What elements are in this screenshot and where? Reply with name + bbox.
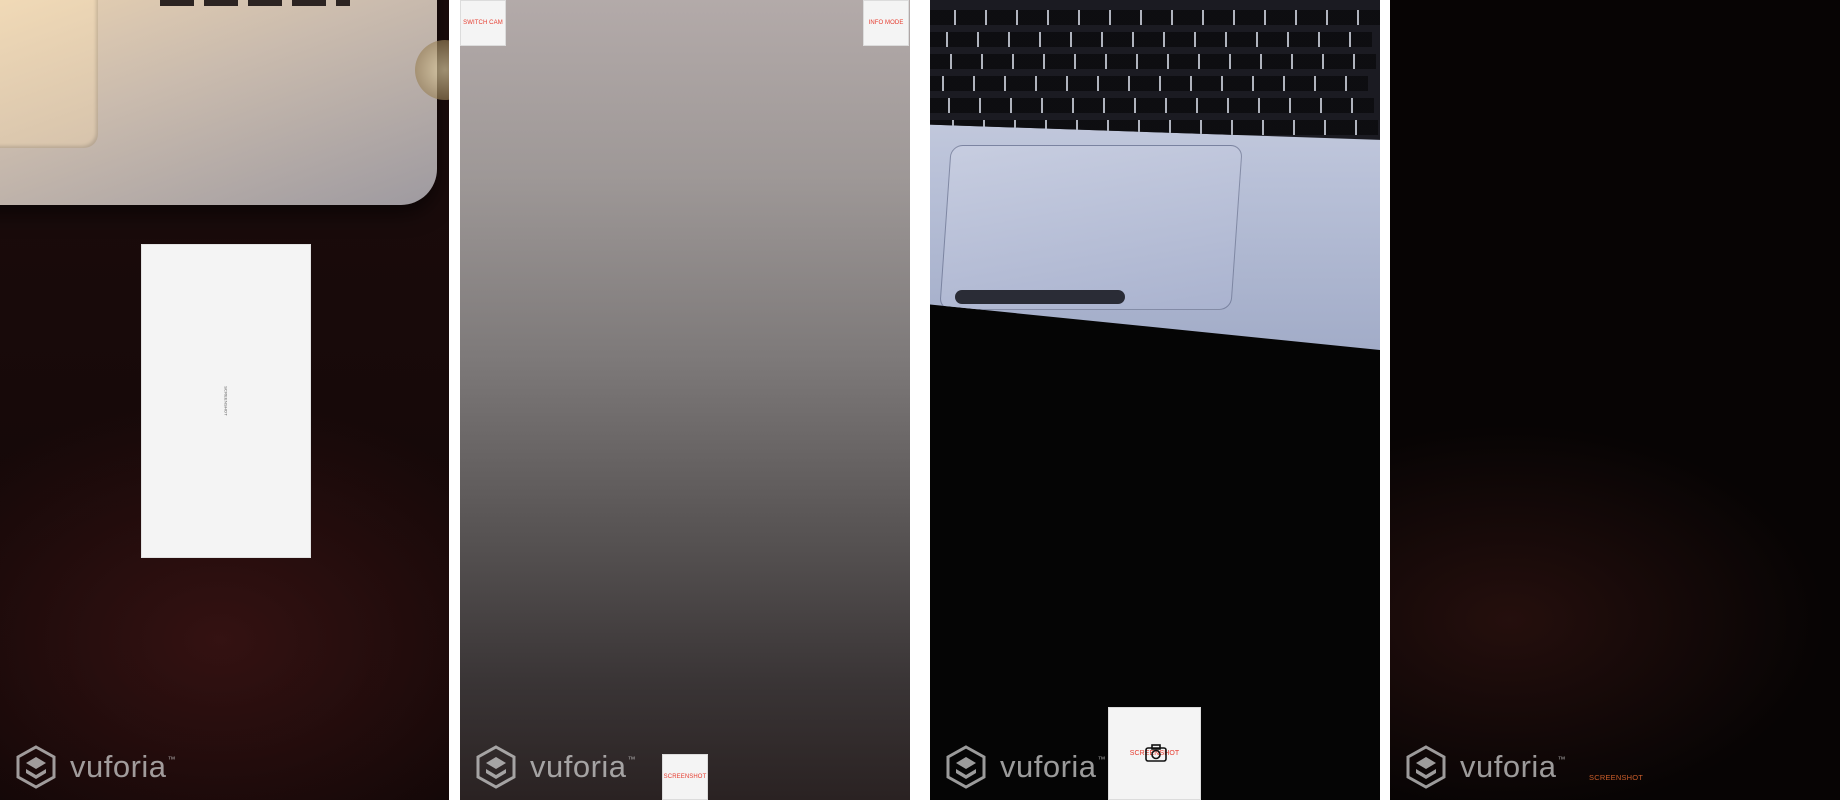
laptop-image [0,0,437,205]
vuforia-wordmark: vuforia [1000,749,1097,784]
laptop-keyboard [930,0,1380,140]
trademark-symbol: ™ [1097,754,1106,764]
trademark-symbol: ™ [167,754,176,764]
screenshot-card-label: SCREENSHOT [223,386,229,416]
camera-view-panel-1: SCREENSHOT vuforia ™ [0,0,449,800]
vuforia-wordmark: vuforia [530,749,627,784]
vuforia-watermark: vuforia ™ [16,745,176,789]
camera-view-panel-3: SCREENSHOT vuforia ™ [930,0,1380,800]
laptop-trackpad [939,145,1243,310]
vuforia-watermark: vuforia ™ [946,745,1106,789]
camera-view-panel-2: SWITCH CAM INFO MODE SCREENSHOT vuforia ™ [460,0,910,800]
laptop-trackpad [0,0,98,148]
vuforia-logo-icon [946,745,986,789]
vuforia-watermark: vuforia ™ [476,745,636,789]
vuforia-logo-icon [476,745,516,789]
screenshot-button[interactable]: SCREENSHOT [1589,773,1643,782]
vuforia-logo-icon [1406,745,1446,789]
info-mode-button[interactable]: INFO MODE [863,0,909,46]
screenshot-card[interactable]: SCREENSHOT [141,244,311,558]
vuforia-wordmark: vuforia [1460,749,1557,784]
laptop-edge [955,290,1125,304]
screenshot-button[interactable]: SCREENSHOT [1108,707,1201,800]
laptop-image [930,0,1380,350]
laptop-keys [160,0,350,6]
vuforia-wordmark: vuforia [70,749,167,784]
switch-cam-button[interactable]: SWITCH CAM [460,0,506,46]
camera-view-panel-4: SCREENSHOT vuforia ™ [1390,0,1840,800]
trademark-symbol: ™ [627,754,636,764]
vuforia-watermark: vuforia ™ [1406,745,1566,789]
vuforia-logo-icon [16,745,56,789]
trademark-symbol: ™ [1557,754,1566,764]
camera-icon [1145,744,1167,762]
screenshot-button[interactable]: SCREENSHOT [662,754,708,800]
